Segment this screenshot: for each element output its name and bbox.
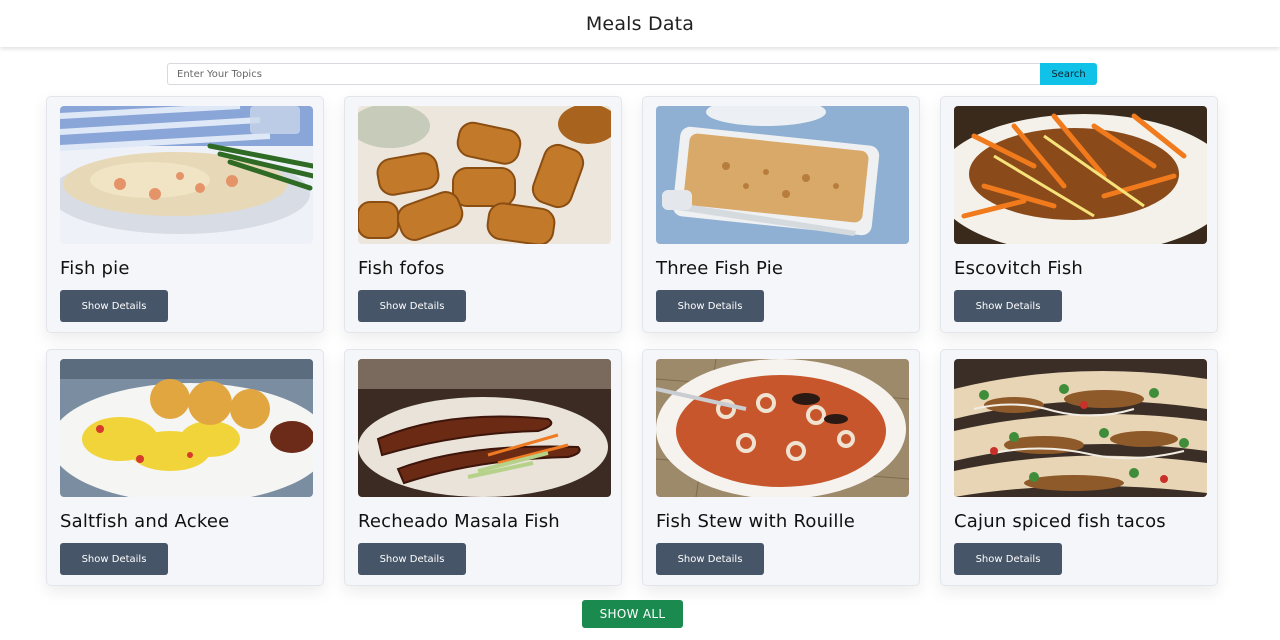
meal-card: Three Fish Pie Show Details bbox=[642, 96, 920, 333]
show-details-button[interactable]: Show Details bbox=[954, 543, 1062, 575]
meal-title: Saltfish and Ackee bbox=[60, 511, 230, 532]
meal-image bbox=[60, 106, 313, 244]
search-input[interactable] bbox=[167, 63, 1040, 85]
meal-title: Three Fish Pie bbox=[656, 258, 784, 279]
show-details-button[interactable]: Show Details bbox=[60, 543, 168, 575]
meal-card: Escovitch Fish Show Details bbox=[940, 96, 1218, 333]
search-button[interactable]: Search bbox=[1040, 63, 1097, 85]
meal-title: Fish pie bbox=[60, 258, 130, 279]
show-details-button[interactable]: Show Details bbox=[358, 543, 466, 575]
meal-image bbox=[656, 359, 909, 497]
show-details-button[interactable]: Show Details bbox=[656, 543, 764, 575]
meal-card: Recheado Masala Fish Show Details bbox=[344, 349, 622, 586]
meal-card: Cajun spiced fish tacos Show Details bbox=[940, 349, 1218, 586]
meals-grid: Fish pie Show Details Fish fofos Show De… bbox=[46, 96, 1218, 586]
meal-image bbox=[60, 359, 313, 497]
search-bar: Search bbox=[167, 63, 1097, 85]
meal-title: Fish fofos bbox=[358, 258, 445, 279]
meal-title: Recheado Masala Fish bbox=[358, 511, 560, 532]
meal-image bbox=[656, 106, 909, 244]
meal-image bbox=[954, 359, 1207, 497]
show-details-button[interactable]: Show Details bbox=[358, 290, 466, 322]
meal-title: Fish Stew with Rouille bbox=[656, 511, 856, 532]
meal-card: Saltfish and Ackee Show Details bbox=[46, 349, 324, 586]
meal-title: Cajun spiced fish tacos bbox=[954, 511, 1166, 532]
meal-card: Fish Stew with Rouille Show Details bbox=[642, 349, 920, 586]
meal-image bbox=[358, 106, 611, 244]
page-title: Meals Data bbox=[585, 12, 695, 35]
meal-card: Fish pie Show Details bbox=[46, 96, 324, 333]
top-bar: Meals Data bbox=[0, 0, 1280, 47]
meal-image bbox=[954, 106, 1207, 244]
show-all-button[interactable]: SHOW ALL bbox=[582, 600, 683, 628]
show-details-button[interactable]: Show Details bbox=[954, 290, 1062, 322]
show-details-button[interactable]: Show Details bbox=[656, 290, 764, 322]
meal-image bbox=[358, 359, 611, 497]
show-details-button[interactable]: Show Details bbox=[60, 290, 168, 322]
meal-title: Escovitch Fish bbox=[954, 258, 1084, 279]
meal-card: Fish fofos Show Details bbox=[344, 96, 622, 333]
